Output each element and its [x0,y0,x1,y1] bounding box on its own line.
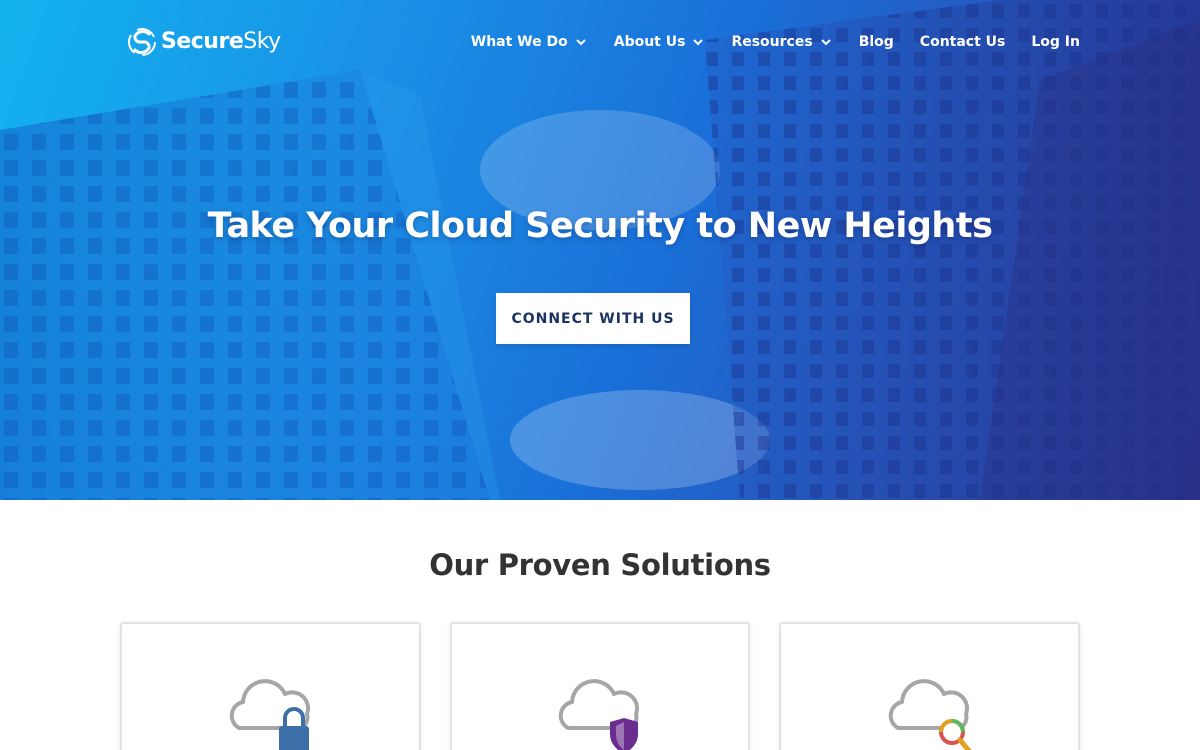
solution-card-cloud-search[interactable] [779,622,1080,750]
chevron-down-icon [693,39,704,46]
hero-headline: Take Your Cloud Security to New Heights [207,206,993,246]
nav-item-contact-us[interactable]: Contact Us [920,34,1006,50]
hero-section: SecureSky What We Do About Us Resources … [0,0,1200,500]
nav-item-label: Resources [731,34,813,50]
nav-item-resources[interactable]: Resources [731,34,832,50]
nav-item-about-us[interactable]: About Us [614,34,706,50]
main-menu: What We Do About Us Resources Blog Conta… [471,30,1080,54]
nav-item-label: About Us [613,34,686,50]
solution-card-cloud-shield[interactable] [450,622,750,750]
brand-name-light: Sky [243,29,281,54]
solutions-heading: Our Proven Solutions [429,548,771,582]
nav-item-label: What We Do [470,34,568,50]
cloud-lock-icon [229,679,311,750]
brand-logo[interactable]: SecureSky [127,26,281,58]
nav-item-label: Log In [1031,34,1080,50]
solution-card-cloud-lock[interactable] [120,622,421,750]
connect-with-us-button[interactable]: CONNECT WITH US [496,293,690,344]
nav-item-label: Contact Us [919,34,1006,50]
brand-name-bold: Secure [161,29,244,54]
nav-item-blog[interactable]: Blog [859,34,894,50]
securesky-s-logo-icon [128,28,156,56]
cloud-shield-icon [558,679,640,750]
chevron-down-icon [576,39,586,46]
top-navigation: SecureSky What We Do About Us Resources … [0,0,1200,84]
brand-name: SecureSky [161,26,281,58]
nav-item-log-in[interactable]: Log In [1031,34,1080,50]
nav-item-what-we-do[interactable]: What We Do [471,34,588,50]
nav-item-label: Blog [858,34,894,50]
cloud-search-icon [888,679,972,750]
chevron-down-icon [820,39,831,46]
